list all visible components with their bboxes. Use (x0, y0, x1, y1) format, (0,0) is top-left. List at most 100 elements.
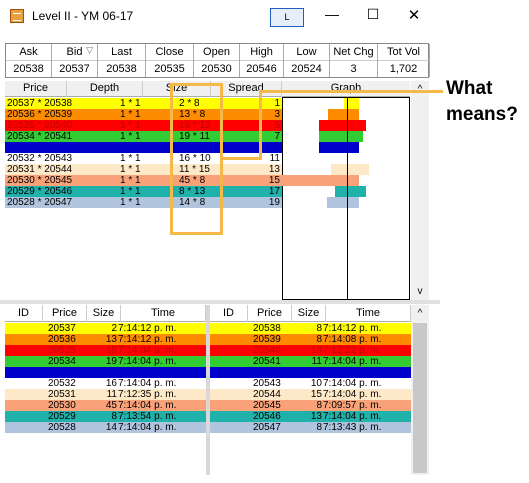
table-row[interactable]: 20546 13 7:14:04 p. m. (210, 411, 411, 422)
table-row[interactable]: 20538 8 7:14:12 p. m. (210, 323, 411, 334)
annotation-connector (259, 90, 262, 160)
column-header-size[interactable]: Size (292, 305, 326, 322)
row-price: 20541 (253, 356, 281, 367)
depth-spread: 3 (274, 109, 280, 120)
table-row[interactable]: 20539 8 7:14:08 p. m. (210, 334, 411, 345)
graph-ask-bar (347, 153, 362, 164)
row-price: 20528 (48, 422, 76, 433)
table-row[interactable]: 20537 2 7:14:12 p. m. (5, 323, 206, 334)
row-size: 45 (105, 400, 117, 411)
close-icon[interactable]: ✕ (402, 6, 426, 26)
row-price: 20542 (253, 367, 281, 378)
depth-price: 20529 * 20546 (7, 186, 73, 197)
scroll-up-icon[interactable]: ^ (411, 305, 429, 322)
depth-depth: 1 * 1 (120, 98, 141, 109)
depth-row[interactable]: 20535 * 20540 1 * 1 19 * 13 5 (5, 120, 282, 131)
row-size: 8 (316, 400, 322, 411)
row-price: 20536 (48, 334, 76, 345)
row-size: 13 (310, 411, 322, 422)
table-row[interactable]: 20536 13 7:14:12 p. m. (5, 334, 206, 345)
filter-icon[interactable]: ▽ (86, 45, 93, 56)
table-row[interactable]: 20532 16 7:14:04 p. m. (5, 378, 206, 389)
column-header-price[interactable]: Price (5, 81, 67, 97)
table-row[interactable]: 20530 45 7:14:04 p. m. (5, 400, 206, 411)
depth-price: 20534 * 20541 (7, 131, 73, 142)
table-row[interactable]: 20542 8 7:14:04 p. m. (210, 367, 411, 378)
summary-header: Last (111, 46, 132, 58)
table-row[interactable]: 20533 19 7:14:04 p. m. (5, 367, 206, 378)
column-header-id[interactable]: ID (5, 305, 43, 322)
column-header-price[interactable]: Price (43, 305, 87, 322)
row-price: 20530 (48, 400, 76, 411)
depth-row[interactable]: 20537 * 20538 1 * 12 * 81 (5, 98, 282, 109)
depth-row[interactable]: 20530 * 20545 1 * 1 45 * 8 15 (5, 175, 282, 186)
row-price: 20543 (253, 378, 281, 389)
table-row[interactable]: 20541 11 7:14:04 p. m. (210, 356, 411, 367)
row-price: 20531 (48, 389, 76, 400)
table-row[interactable]: 20544 15 7:14:04 p. m. (210, 389, 411, 400)
scroll-down-icon[interactable]: v (411, 284, 429, 300)
table-row[interactable]: 20528 14 7:14:04 p. m. (5, 422, 206, 433)
column-header-time[interactable]: Time (326, 305, 411, 322)
row-size: 19 (105, 345, 117, 356)
depth-price: 20535 * 20540 (7, 120, 73, 131)
table-row[interactable]: 20540 13 7:12:22 p. m. (210, 345, 411, 356)
depth-price: 20528 * 20547 (7, 197, 73, 208)
table-row[interactable]: 20547 8 7:13:43 p. m. (210, 422, 411, 433)
row-time: 7:14:12 p. m. (118, 323, 177, 334)
row-size: 13 (105, 334, 117, 345)
table-row[interactable]: 20535 19 7:14:04 p. m. (5, 345, 206, 356)
depth-row[interactable]: 20533 * 20542 1 * 1 19 * 89 (5, 142, 282, 153)
minimize-icon[interactable]: — (320, 6, 344, 26)
depth-depth: 1 * 1 (120, 109, 141, 120)
column-header-size[interactable]: Size (87, 305, 121, 322)
table-row[interactable]: 20543 10 7:14:04 p. m. (210, 378, 411, 389)
graph-ask-bar (347, 164, 369, 175)
depth-spread: 17 (268, 186, 280, 197)
column-header-time[interactable]: Time (121, 305, 206, 322)
row-time: 7:14:04 p. m. (118, 345, 177, 356)
depth-row[interactable]: 20534 * 20541 1 * 1 19 * 11 7 (5, 131, 282, 142)
depth-price: 20537 * 20538 (7, 98, 73, 109)
graph-ask-bar (347, 175, 359, 186)
depth-table-header: Price Depth Size Spread (5, 81, 282, 97)
row-price: 20529 (48, 411, 76, 422)
table-row[interactable]: 20529 8 7:13:54 p. m. (5, 411, 206, 422)
summary-value: 20546 (240, 60, 283, 77)
depth-scrollbar[interactable] (411, 81, 429, 300)
depth-row[interactable]: 20529 * 20546 1 * 18 * 13 17 (5, 186, 282, 197)
table-row[interactable]: 20534 19 7:14:04 p. m. (5, 356, 206, 367)
depth-row[interactable]: 20536 * 20539 1 * 1 13 * 83 (5, 109, 282, 120)
depth-spread: 11 (269, 153, 280, 164)
graph-bid-bar (319, 131, 347, 142)
scroll-thumb[interactable] (413, 323, 427, 473)
column-header-id[interactable]: ID (210, 305, 248, 322)
depth-spread: 7 (274, 131, 280, 142)
quote-summary-table: Ask 20538 Bid 20537 ▽ Last 20538 Close 20535 Open… (5, 43, 430, 78)
column-header-price[interactable]: Price (248, 305, 292, 322)
table-row[interactable]: 20545 8 7:09:57 p. m. (210, 400, 411, 411)
annotation-connector (259, 90, 443, 93)
graph-ask-bar (347, 109, 359, 120)
horizontal-splitter[interactable] (0, 300, 440, 304)
summary-header: Open (203, 46, 230, 58)
summary-column-high: High 20546 (240, 44, 284, 77)
depth-spread: 13 (268, 164, 280, 175)
graph-bid-bar (331, 164, 347, 175)
column-header-depth[interactable]: Depth (67, 81, 143, 97)
maximize-icon[interactable]: ☐ (361, 6, 385, 26)
row-time: 7:14:04 p. m. (118, 367, 177, 378)
graph-ask-bar (347, 98, 359, 109)
depth-price: 20531 * 20544 (7, 164, 73, 175)
depth-row[interactable]: 20528 * 20547 1 * 1 14 * 8 19 (5, 197, 282, 208)
table-row[interactable]: 20531 11 7:12:35 p. m. (5, 389, 206, 400)
row-price: 20539 (253, 334, 281, 345)
graph-center-line (347, 98, 348, 299)
graph-bid-bar (335, 186, 347, 197)
summary-header: Net Chg (333, 46, 374, 58)
summary-value: 3 (330, 60, 377, 77)
level-toggle-button[interactable]: L (270, 8, 304, 27)
summary-column-ask: Ask 20538 (6, 44, 52, 77)
column-header-graph[interactable]: Graph (282, 81, 410, 97)
depth-row[interactable]: 20531 * 20544 1 * 1 11 * 15 13 (5, 164, 282, 175)
